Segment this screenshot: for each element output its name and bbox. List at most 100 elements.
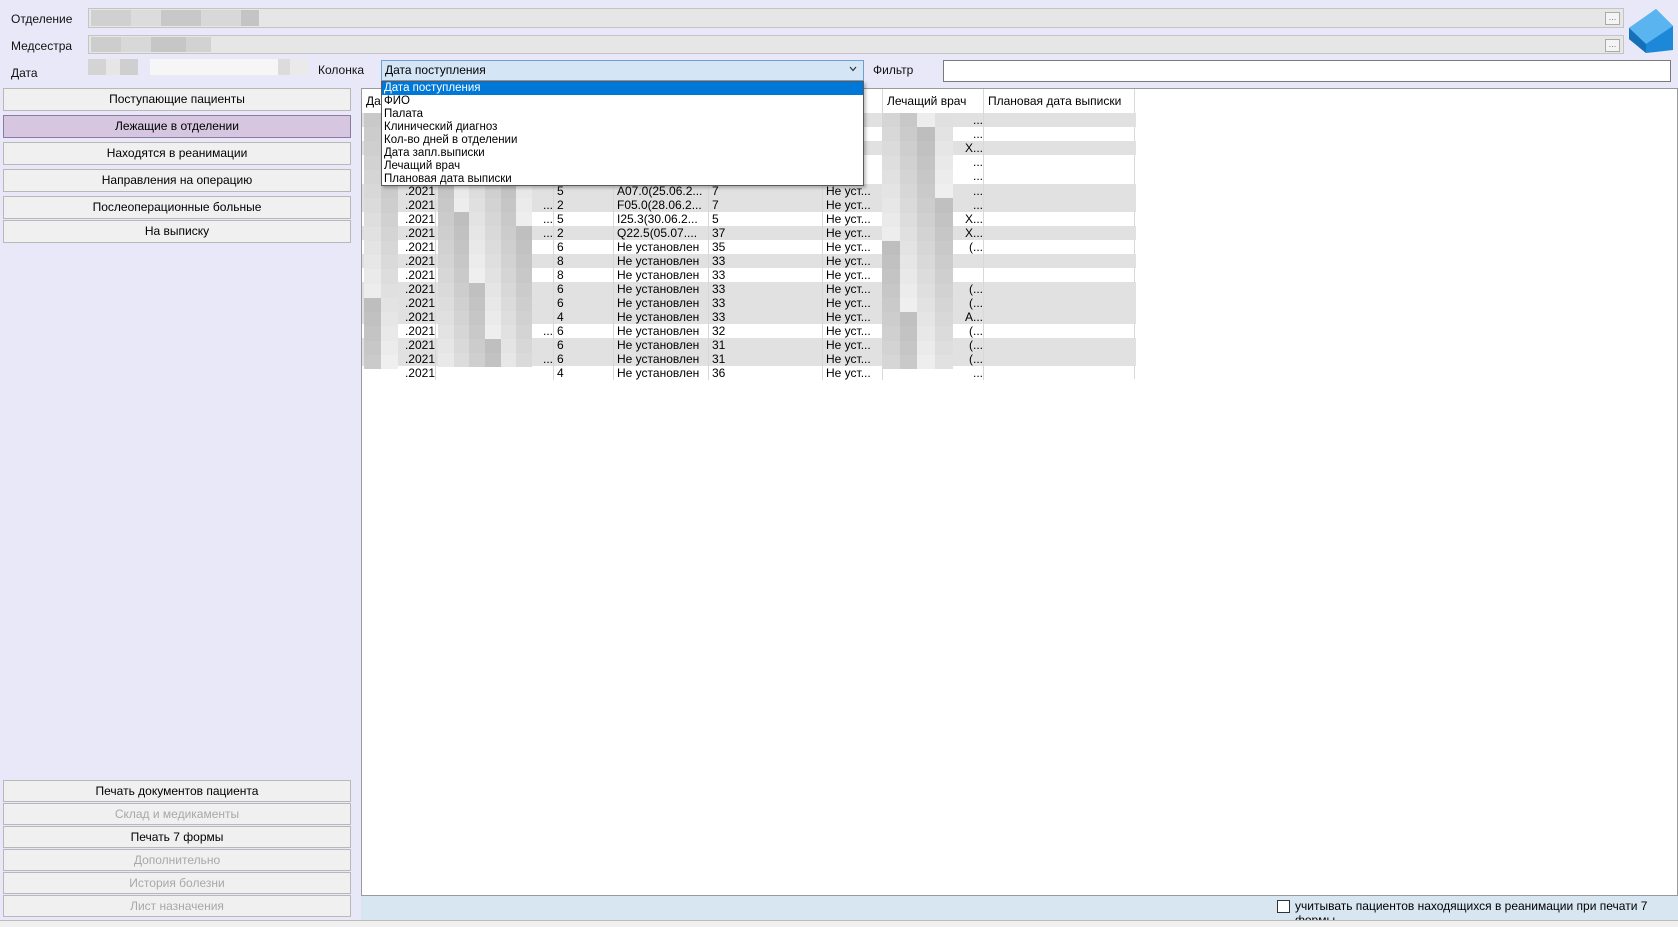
nav-button[interactable]: Послеоперационные больные [3,196,351,219]
table-cell: F05.0(28.06.2... [614,198,709,212]
table-cell: A07.0(25.06.2... [614,184,709,198]
column-option[interactable]: Дата запл.выписки [382,147,863,160]
department-picker-button[interactable]: … [1605,12,1620,25]
table-cell: Не установлен [614,282,709,296]
nav-button[interactable]: Находятся в реанимации [3,142,351,165]
action-button: Лист назначения [3,895,351,917]
table-cell: Не уст... [823,310,883,324]
filter-input[interactable] [943,60,1671,82]
table-cell: 5 [554,212,614,226]
nav-button[interactable]: Лежащие в отделении [3,115,351,138]
column-option[interactable]: Плановая дата выписки [382,173,863,186]
table-cell: 6 [554,282,614,296]
table-cell: Не установлен [614,338,709,352]
table-cell: 6 [554,240,614,254]
nav-button[interactable]: На выписку [3,220,351,243]
table-cell: 32 [709,324,823,338]
table-cell: 36 [709,366,823,380]
table-cell: Не установлен [614,310,709,324]
table-cell: 6 [554,324,614,338]
reanimation-checkbox[interactable] [1277,900,1290,913]
table-cell: 6 [554,338,614,352]
table-cell: 6 [554,296,614,310]
table-cell: 6 [554,352,614,366]
table-cell: Не уст... [823,282,883,296]
table-cell: 31 [709,352,823,366]
table-cell: 5 [709,212,823,226]
table-cell: Q22.5(05.07.... [614,226,709,240]
table-cell: Не уст... [823,366,883,380]
table-cell: Не уст... [823,296,883,310]
table-cell: Не установлен [614,296,709,310]
filter-label: Фильтр [873,63,914,77]
table-cell: 7 [709,198,823,212]
department-label: Отделение [11,12,73,26]
date-to-field[interactable] [150,59,308,75]
table-cell: Не установлен [614,240,709,254]
table-cell: Не уст... [823,226,883,240]
action-button: Склад и медикаменты [3,803,351,825]
table-cell: 8 [554,254,614,268]
action-button[interactable]: Печать 7 формы [3,826,351,848]
table-cell: 7 [709,184,823,198]
nurse-field[interactable]: … [88,35,1624,54]
redacted-value [91,10,281,26]
action-button: Дополнительно [3,849,351,871]
table-cell: Не уст... [823,254,883,268]
table-cell: 4 [554,310,614,324]
table-cell: Не установлен [614,254,709,268]
table-cell: Не уст... [823,352,883,366]
column-label: Колонка [318,63,365,77]
table-cell: 33 [709,254,823,268]
column-select-value: Дата поступления [385,63,486,77]
nurse-picker-button[interactable]: … [1605,39,1620,52]
department-field[interactable]: … [88,8,1624,28]
table-cell: 5 [554,184,614,198]
table-cell: 4 [554,366,614,380]
action-button: История болезни [3,872,351,894]
action-button[interactable]: Печать документов пациента [3,780,351,802]
table-cell: 33 [709,296,823,310]
chevron-down-icon [849,66,857,72]
table-cell: Не уст... [823,198,883,212]
table-cell: Не уст... [823,184,883,198]
nav-button[interactable]: Поступающие пациенты [3,88,351,111]
patients-table[interactable]: Да Лечащий врач Плановая дата выписки.....… [361,88,1678,896]
nurse-label: Медсестра [11,39,73,53]
table-cell: 2 [554,198,614,212]
table-cell: Не установлен [614,366,709,380]
table-cell: 33 [709,282,823,296]
table-cell: Не уст... [823,268,883,282]
app-logo-icon [1629,9,1673,53]
table-cell: Не уст... [823,338,883,352]
table-cell: I25.3(30.06.2... [614,212,709,226]
table-cell: Не уст... [823,240,883,254]
table-cell: 35 [709,240,823,254]
table-row[interactable]: .2021 4 Не установлен 36 Не уст...... [362,366,1136,380]
table-cell: Не установлен [614,324,709,338]
date-from-field[interactable] [88,59,138,75]
column-option[interactable]: Кол-во дней в отделении [382,134,863,147]
table-cell [436,366,554,380]
table-cell: Не установлен [614,352,709,366]
nav-button[interactable]: Направления на операцию [3,169,351,192]
column-option[interactable]: Клинический диагноз [382,121,863,134]
column-option[interactable]: Лечащий врач [382,160,863,173]
table-cell: 31 [709,338,823,352]
column-header[interactable]: Лечащий врач [883,89,984,113]
column-header[interactable]: Плановая дата выписки [984,89,1135,113]
table-cell: 8 [554,268,614,282]
date-label: Дата [11,66,38,80]
column-option[interactable]: Палата [382,108,863,121]
table-cell: 33 [709,268,823,282]
table-cell: 2 [554,226,614,240]
table-cell: Не уст... [823,212,883,226]
column-select-dropdown: Дата поступления ФИО Палата Клинический диа… [381,81,864,186]
column-select[interactable]: Дата поступления [381,60,864,81]
column-option[interactable]: Дата поступления [382,82,863,95]
redacted-doctor-block [882,113,953,370]
table-cell: 33 [709,310,823,324]
column-option[interactable]: ФИО [382,95,863,108]
table-cell: Не установлен [614,268,709,282]
redacted-value [91,37,221,52]
